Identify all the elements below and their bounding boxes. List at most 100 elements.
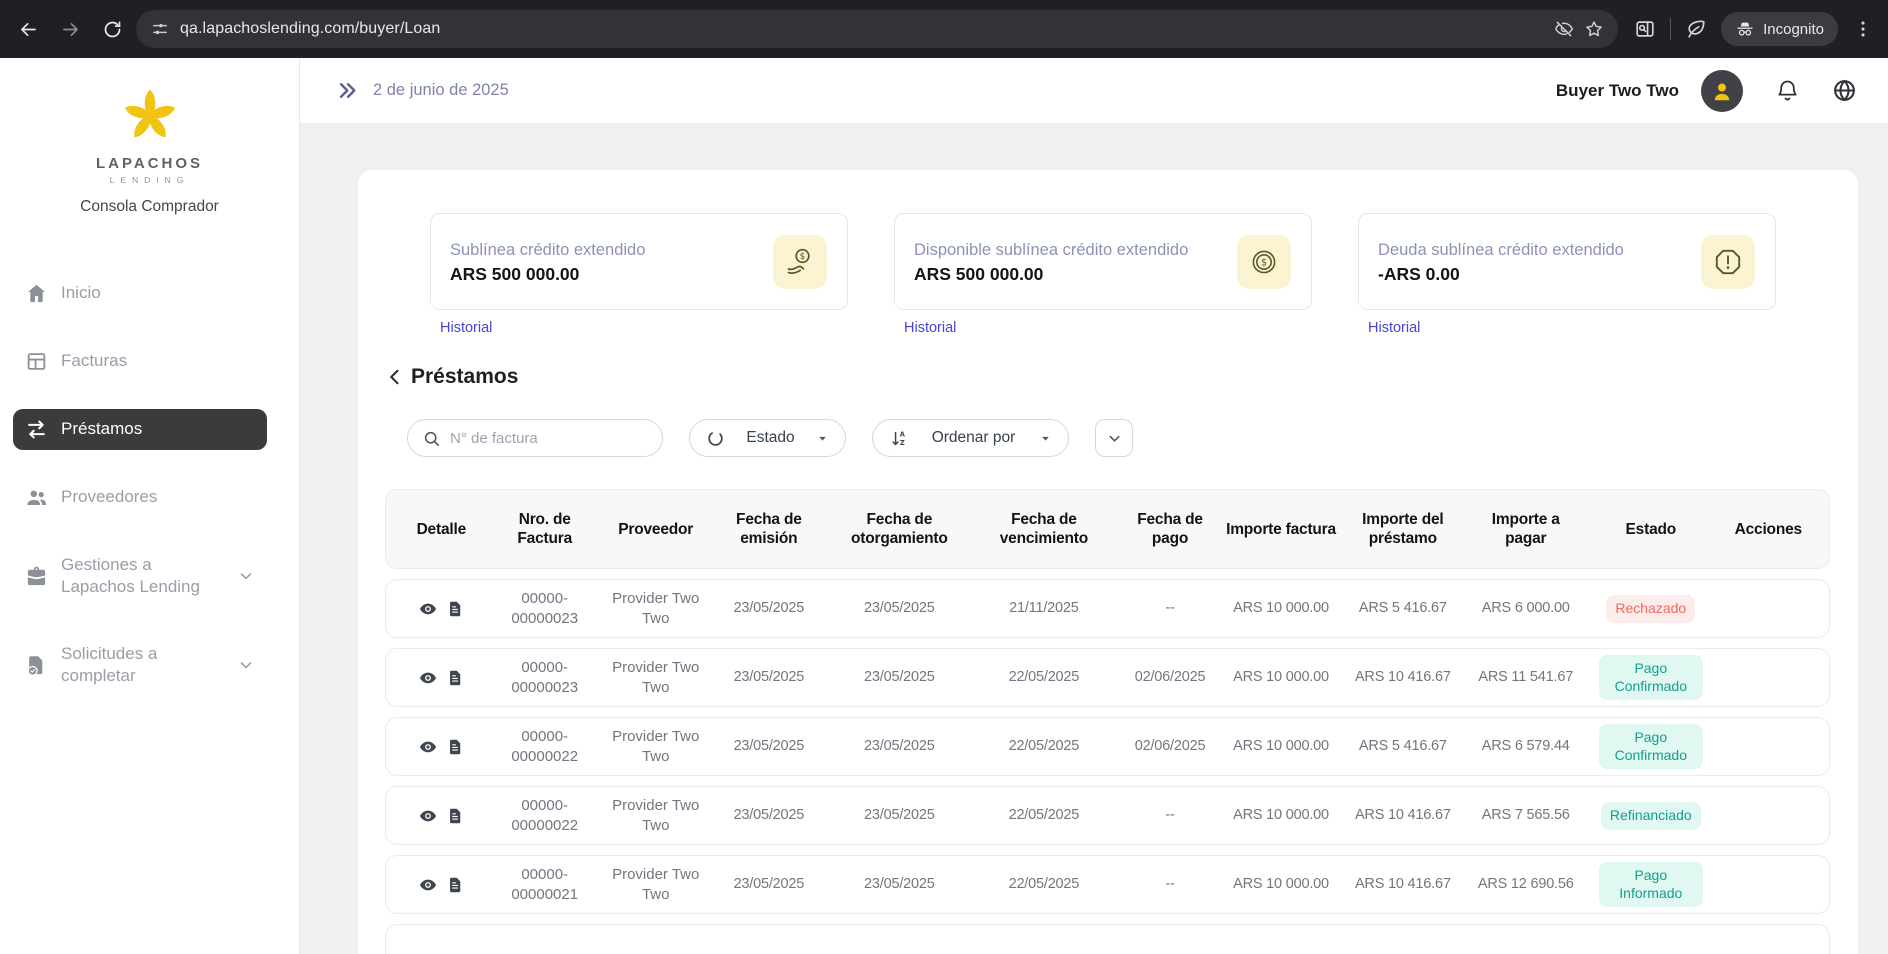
topbar: 2 de junio de 2025 Buyer Two Two xyxy=(300,58,1888,123)
alert-octagon-icon xyxy=(1701,235,1755,289)
bookmark-star-icon[interactable] xyxy=(1584,19,1604,39)
provider-cell: Provider Two Two xyxy=(605,865,707,904)
provider-cell: Provider Two Two xyxy=(605,727,707,766)
incognito-icon xyxy=(1735,19,1755,39)
sidebar-item[interactable]: Gestiones a Lapachos Lending xyxy=(13,545,267,607)
content-area: Sublínea crédito extendido ARS 500 000.0… xyxy=(300,123,1888,954)
sidebar: LAPACHOS LENDING Consola Comprador Inici… xyxy=(0,58,300,954)
document-check-icon xyxy=(25,654,48,677)
loans-transfer-icon xyxy=(25,418,48,441)
back-chevron-icon[interactable] xyxy=(385,367,405,387)
invoice-document-icon[interactable] xyxy=(446,738,464,756)
estado-filter-dropdown[interactable]: Estado xyxy=(689,419,846,457)
issue-date-cell: 23/05/2025 xyxy=(713,875,826,894)
ordenar-label: Ordenar por xyxy=(920,429,1027,447)
column-header: Importe factura xyxy=(1226,520,1336,539)
providers-icon xyxy=(25,486,48,509)
payment-date-cell: 02/06/2025 xyxy=(1120,668,1220,687)
invoices-icon xyxy=(25,350,48,373)
browser-back-icon[interactable] xyxy=(10,11,46,47)
page-title: Préstamos xyxy=(411,365,518,389)
ordenar-dropdown[interactable]: AZ Ordenar por xyxy=(872,419,1069,457)
view-detail-icon[interactable] xyxy=(419,876,437,894)
view-detail-icon[interactable] xyxy=(419,669,437,687)
invoice-document-icon[interactable] xyxy=(446,669,464,687)
summary-card-value: -ARS 0.00 xyxy=(1378,264,1624,285)
grant-date-cell: 23/05/2025 xyxy=(831,875,967,894)
sort-az-icon: AZ xyxy=(889,429,908,448)
search-icon xyxy=(422,429,441,448)
issue-date-cell: 23/05/2025 xyxy=(713,737,826,756)
briefcase-icon xyxy=(25,565,48,588)
address-bar[interactable]: qa.lapachoslending.com/buyer/Loan xyxy=(136,10,1618,48)
table-row: 00000-00000023 Provider Two Two 23/05/20… xyxy=(385,648,1830,707)
invoice-amount-cell: ARS 10 000.00 xyxy=(1226,737,1336,756)
loan-amount-cell: ARS 5 416.67 xyxy=(1342,599,1463,618)
invoice-number-cell: 00000-00000022 xyxy=(491,727,599,766)
sidebar-item[interactable]: Facturas xyxy=(13,341,267,382)
incognito-label: Incognito xyxy=(1763,21,1824,38)
sidebar-item[interactable]: Inicio xyxy=(13,273,267,314)
svg-text:A: A xyxy=(900,430,906,438)
summary-card: Disponible sublínea crédito extendido AR… xyxy=(894,213,1312,310)
summary-cards-row: Sublínea crédito extendido ARS 500 000.0… xyxy=(430,213,1830,337)
home-icon xyxy=(25,282,48,305)
invoice-amount-cell: ARS 10 000.00 xyxy=(1226,668,1336,687)
table-header-row: Detalle Nro. de Factura Proveedor Fecha … xyxy=(385,489,1830,569)
site-settings-icon[interactable] xyxy=(150,19,170,39)
avatar[interactable] xyxy=(1701,70,1743,112)
sidebar-item-label: Proveedores xyxy=(61,486,255,508)
historial-link[interactable]: Historial xyxy=(1368,320,1420,336)
invoice-amount-cell: ARS 10 000.00 xyxy=(1226,806,1336,825)
payable-amount-cell: ARS 6 579.44 xyxy=(1469,737,1582,756)
column-header: Detalle xyxy=(398,520,485,539)
invoice-number-cell: 00000-00000023 xyxy=(491,658,599,697)
browser-forward-icon[interactable] xyxy=(52,11,88,47)
historial-link[interactable]: Historial xyxy=(904,320,956,336)
column-header: Acciones xyxy=(1720,520,1817,539)
payable-amount-cell: ARS 12 690.56 xyxy=(1469,875,1582,894)
eye-off-icon[interactable] xyxy=(1554,19,1574,39)
hand-coin-icon: $ xyxy=(773,235,827,289)
caret-down-icon xyxy=(816,432,829,445)
status-badge: Pago Informado xyxy=(1599,862,1703,907)
sidebar-item-label: Gestiones a Lapachos Lending xyxy=(61,554,224,598)
browser-reload-icon[interactable] xyxy=(94,11,130,47)
lapachos-logo: LAPACHOS LENDING xyxy=(0,58,299,185)
invoice-document-icon[interactable] xyxy=(446,876,464,894)
payable-amount-cell: ARS 11 541.67 xyxy=(1469,668,1582,687)
collapse-filters-button[interactable] xyxy=(1095,419,1133,457)
side-panel-search-icon[interactable] xyxy=(1634,18,1656,40)
grant-date-cell: 23/05/2025 xyxy=(831,806,967,825)
payment-date-cell: 02/06/2025 xyxy=(1120,737,1220,756)
collapse-sidebar-icon[interactable] xyxy=(336,79,359,102)
sidebar-item[interactable]: Proveedores xyxy=(13,477,267,518)
energy-saver-leaf-icon[interactable] xyxy=(1685,18,1707,40)
status-badge: Pago Confirmado xyxy=(1599,655,1703,700)
notifications-bell-icon[interactable] xyxy=(1775,78,1800,103)
url-text[interactable]: qa.lapachoslending.com/buyer/Loan xyxy=(180,20,1544,38)
column-header: Fecha de pago xyxy=(1120,510,1220,549)
historial-link[interactable]: Historial xyxy=(440,320,492,336)
payable-amount-cell: ARS 6 000.00 xyxy=(1469,599,1582,618)
invoice-amount-cell: ARS 10 000.00 xyxy=(1226,875,1336,894)
view-detail-icon[interactable] xyxy=(419,807,437,825)
sidebar-item[interactable]: Préstamos xyxy=(13,409,267,450)
sidebar-item-label: Préstamos xyxy=(61,418,255,440)
invoice-amount-cell: ARS 10 000.00 xyxy=(1226,599,1336,618)
caret-down-icon xyxy=(1039,432,1052,445)
invoice-number-cell: 00000-00000021 xyxy=(491,865,599,904)
view-detail-icon[interactable] xyxy=(419,600,437,618)
sidebar-item[interactable]: Solicitudes a completar xyxy=(13,634,267,696)
language-globe-icon[interactable] xyxy=(1832,78,1857,103)
invoice-document-icon[interactable] xyxy=(446,807,464,825)
due-date-cell: 21/11/2025 xyxy=(974,599,1115,618)
search-input[interactable] xyxy=(450,430,648,447)
invoice-document-icon[interactable] xyxy=(446,600,464,618)
invoice-search[interactable] xyxy=(407,419,663,457)
view-detail-icon[interactable] xyxy=(419,738,437,756)
browser-menu-icon[interactable] xyxy=(1852,18,1874,40)
sidebar-nav: Inicio Facturas Préstamos Pro xyxy=(0,246,299,723)
due-date-cell: 22/05/2025 xyxy=(974,668,1115,687)
person-icon xyxy=(1709,78,1735,104)
